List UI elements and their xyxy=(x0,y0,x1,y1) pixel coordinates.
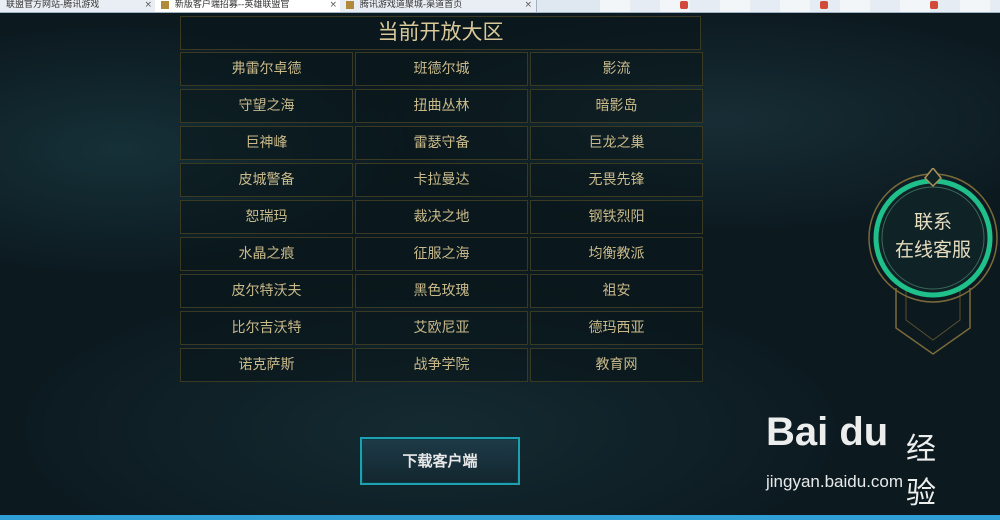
service-line-2: 在线客服 xyxy=(894,239,971,261)
server-region-item[interactable]: 教育网 xyxy=(530,348,703,382)
browser-tab[interactable]: 新版客户端招募--英雄联盟官 × xyxy=(155,0,342,12)
server-region-item[interactable]: 暗影岛 xyxy=(530,89,703,123)
online-service-label: 联系 在线客服 xyxy=(866,208,1000,264)
server-region-item[interactable]: 恕瑞玛 xyxy=(180,200,353,234)
server-region-item[interactable]: 诺克萨斯 xyxy=(180,348,353,382)
server-region-item[interactable]: 祖安 xyxy=(530,274,703,308)
online-service-badge[interactable]: 联系 在线客服 xyxy=(866,168,1000,358)
server-region-item[interactable]: 黑色玫瑰 xyxy=(355,274,528,308)
close-icon[interactable]: × xyxy=(524,0,532,10)
server-region-item[interactable]: 守望之海 xyxy=(180,89,353,123)
server-region-item[interactable]: 皮尔特沃夫 xyxy=(180,274,353,308)
server-region-item[interactable]: 裁决之地 xyxy=(355,200,528,234)
server-region-item[interactable]: 班德尔城 xyxy=(355,52,528,86)
server-region-item[interactable]: 巨神峰 xyxy=(180,126,353,160)
server-region-item[interactable]: 均衡教派 xyxy=(530,237,703,271)
server-region-item[interactable]: 皮城警备 xyxy=(180,163,353,197)
server-region-item[interactable]: 卡拉曼达 xyxy=(355,163,528,197)
browser-tab-strip: 联盟官方网站-腾讯游戏 × 新版客户端招募--英雄联盟官 × 腾讯游戏道聚城-渠… xyxy=(0,0,1000,13)
server-region-item[interactable]: 钢铁烈阳 xyxy=(530,200,703,234)
tab-label: 腾讯游戏道聚城-渠道首页 xyxy=(359,0,463,10)
server-region-item[interactable]: 雷瑟守备 xyxy=(355,126,528,160)
tab-favicon-icon xyxy=(346,0,354,9)
server-region-item[interactable]: 德玛西亚 xyxy=(530,311,703,345)
browser-tab[interactable]: 腾讯游戏道聚城-渠道首页 × xyxy=(340,0,537,12)
tab-strip-decoration xyxy=(600,0,1000,12)
tab-label: 联盟官方网站-腾讯游戏 xyxy=(6,0,100,10)
close-icon[interactable]: × xyxy=(144,0,152,10)
server-region-item[interactable]: 巨龙之巢 xyxy=(530,126,703,160)
server-region-item[interactable]: 征服之海 xyxy=(355,237,528,271)
server-region-item[interactable]: 战争学院 xyxy=(355,348,528,382)
server-grid: 弗雷尔卓德 班德尔城 影流守望之海 扭曲丛林 暗影岛巨神峰 雷瑟守备 巨龙之巢皮城警备 卡拉曼… xyxy=(180,52,704,382)
server-region-item[interactable]: 水晶之痕 xyxy=(180,237,353,271)
close-icon[interactable]: × xyxy=(329,0,337,10)
server-list-title: 当前开放大区 xyxy=(180,16,701,50)
service-line-1: 联系 xyxy=(913,211,952,233)
watermark-url: jingyan.baidu.com xyxy=(766,472,904,491)
server-region-item[interactable]: 弗雷尔卓德 xyxy=(180,52,353,86)
tab-label: 新版客户端招募--英雄联盟官 xyxy=(174,0,290,10)
bottom-status-bar xyxy=(0,515,1000,520)
baidu-logo: Bai du xyxy=(766,410,889,454)
server-region-item[interactable]: 影流 xyxy=(530,52,703,86)
baidu-watermark: Bai du 经验 jingyan.baidu.com xyxy=(766,410,946,511)
browser-tab[interactable]: 联盟官方网站-腾讯游戏 × xyxy=(0,0,157,12)
server-region-item[interactable]: 艾欧尼亚 xyxy=(355,311,528,345)
tab-favicon-icon xyxy=(161,0,169,9)
watermark-brand: 经验 xyxy=(906,432,936,511)
server-region-item[interactable]: 比尔吉沃特 xyxy=(180,311,353,345)
download-client-button[interactable]: 下载客户端 xyxy=(360,437,520,485)
server-region-item[interactable]: 无畏先锋 xyxy=(530,163,703,197)
server-region-item[interactable]: 扭曲丛林 xyxy=(355,89,528,123)
